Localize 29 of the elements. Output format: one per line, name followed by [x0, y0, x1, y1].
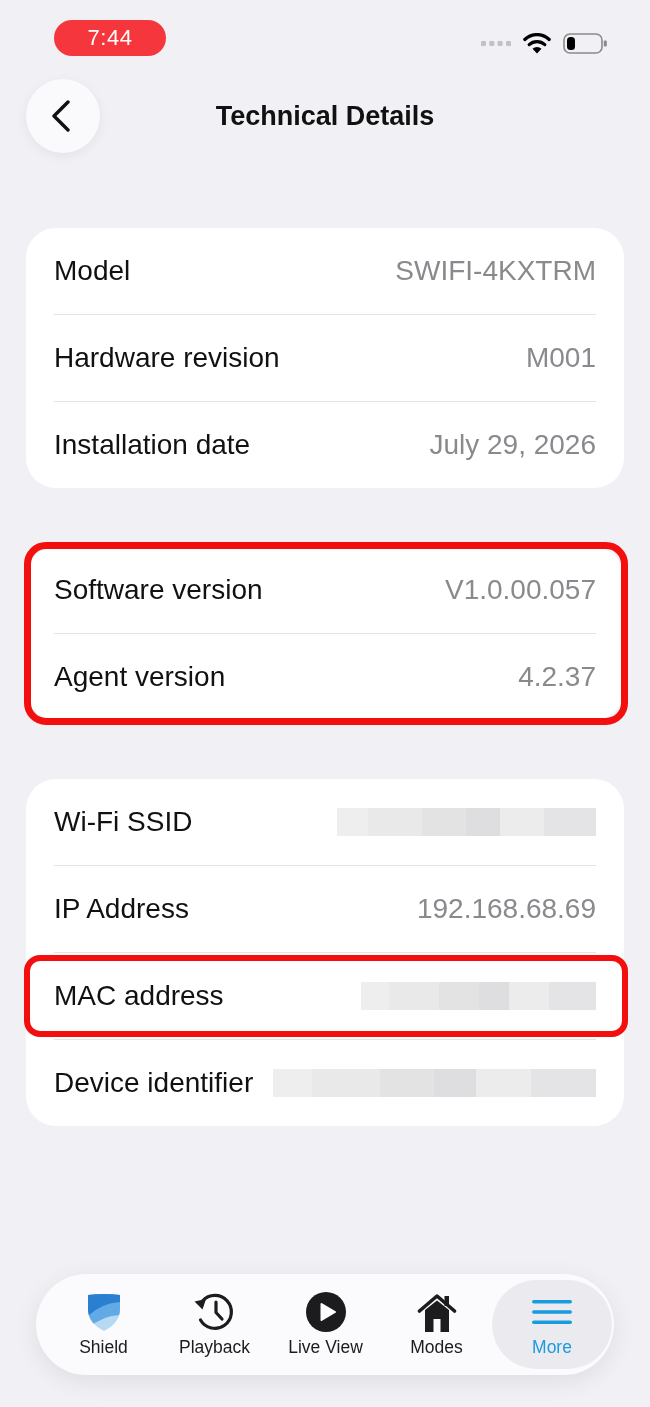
- chevron-left-icon: [51, 100, 71, 132]
- detail-label: Hardware revision: [54, 342, 280, 374]
- detail-label: Agent version: [54, 661, 226, 693]
- detail-label: MAC address: [54, 980, 224, 1012]
- nav-tab[interactable]: Shield: [48, 1280, 159, 1369]
- detail-value: July 29, 2026: [429, 429, 596, 461]
- play-icon: [305, 1292, 346, 1332]
- signal-icon: [481, 41, 511, 46]
- detail-value: SWIFI-4KXTRM: [395, 255, 596, 287]
- page-title: Technical Details: [215, 100, 435, 132]
- detail-label: IP Address: [54, 893, 189, 925]
- nav-tab[interactable]: Live View: [270, 1280, 381, 1369]
- nav-tab[interactable]: Modes: [381, 1280, 492, 1369]
- detail-value: 192.168.68.69: [416, 893, 596, 925]
- menu-icon: [532, 1300, 572, 1324]
- house-icon: [416, 1292, 457, 1332]
- nav-tab[interactable]: Playback: [159, 1280, 270, 1369]
- status-time: 7:44: [54, 20, 166, 56]
- detail-label: Device identifier: [54, 1067, 254, 1099]
- detail-label: Software version: [54, 574, 263, 606]
- detail-label: Installation date: [54, 429, 251, 461]
- battery-icon: [563, 33, 608, 54]
- wifi-icon: [523, 33, 551, 54]
- detail-label: Model: [54, 255, 131, 287]
- detail-value: M001: [525, 342, 596, 374]
- detail-label: Wi-Fi SSID: [54, 806, 193, 838]
- detail-value: V1.0.00.057: [444, 574, 596, 606]
- detail-value: 4.2.37: [518, 661, 596, 693]
- shield-icon: [86, 1293, 121, 1331]
